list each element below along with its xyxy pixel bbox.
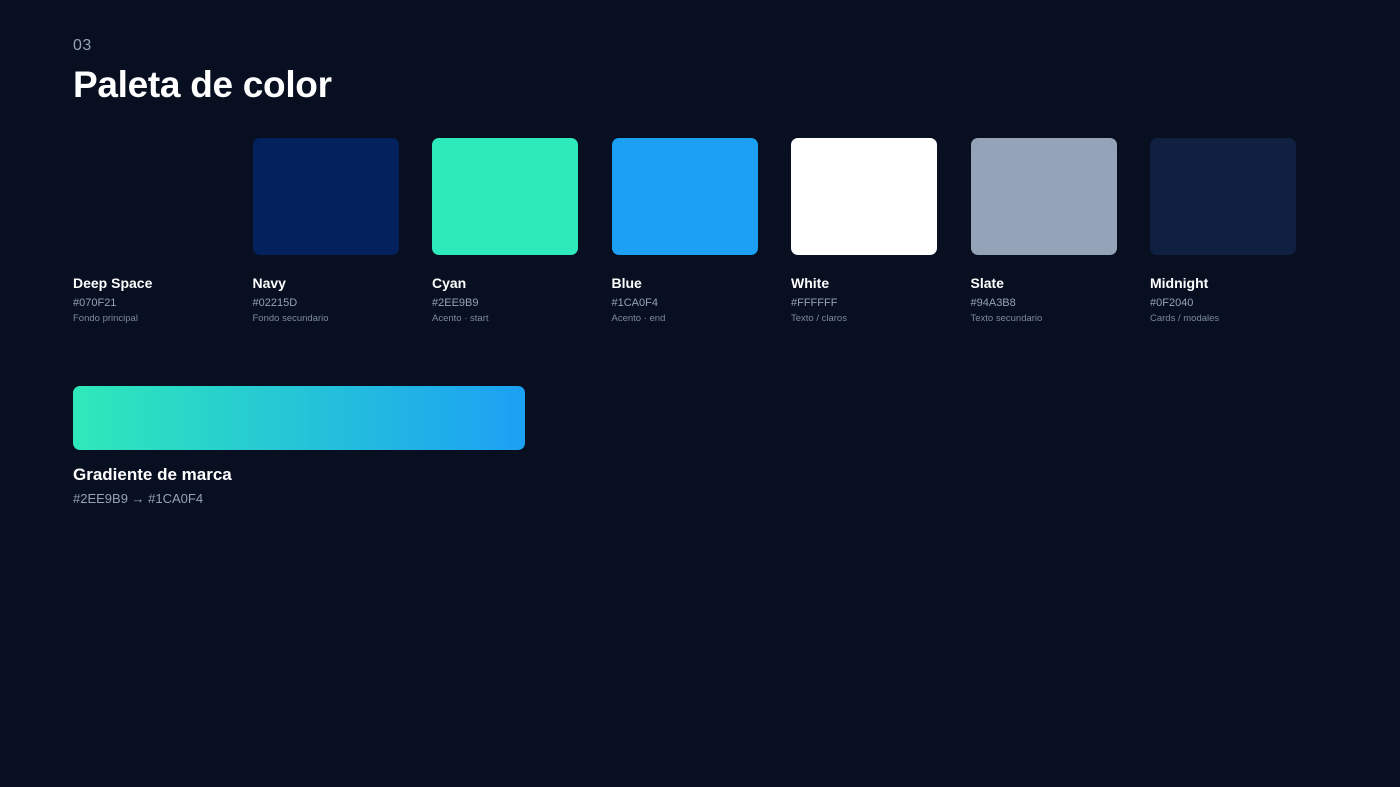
color-hex: #070F21 <box>73 297 117 309</box>
color-hex: #2EE9B9 <box>432 297 479 309</box>
color-name: Navy <box>252 275 286 291</box>
color-chip <box>970 138 1117 255</box>
color-hex: #94A3B8 <box>970 297 1016 309</box>
color-chip <box>611 138 758 255</box>
color-chip <box>1150 138 1296 255</box>
swatch-cyan: Cyan #2EE9B9 Acento · start <box>432 138 578 325</box>
color-usage: Texto secundario <box>970 313 1043 324</box>
color-name: Midnight <box>1150 275 1209 291</box>
color-name: Blue <box>611 275 642 291</box>
color-name: Slate <box>970 275 1004 291</box>
color-usage: Fondo principal <box>73 313 138 324</box>
color-usage: Acento · end <box>611 313 666 324</box>
gradient-name: Gradiente de marca <box>73 465 232 484</box>
swatch-slate: Slate #94A3B8 Texto secundario <box>970 138 1117 325</box>
color-name: White <box>791 275 830 291</box>
swatch-white: White #FFFFFF Texto / claros <box>791 138 937 325</box>
color-chip <box>252 138 399 255</box>
page-title: Paleta de color <box>73 64 332 105</box>
color-chip <box>791 138 937 255</box>
color-usage: Fondo secundario <box>252 313 329 324</box>
color-chip <box>73 138 219 255</box>
color-chip <box>432 138 578 255</box>
swatch-midnight: Midnight #0F2040 Cards / modales <box>1150 138 1296 325</box>
color-hex: #02215D <box>252 297 298 309</box>
color-usage: Cards / modales <box>1150 313 1220 324</box>
swatch-deep-space: Deep Space #070F21 Fondo principal <box>73 138 219 325</box>
swatch-navy: Navy #02215D Fondo secundario <box>252 138 399 325</box>
swatch-blue: Blue #1CA0F4 Acento · end <box>611 138 758 325</box>
color-hex: #1CA0F4 <box>611 297 658 309</box>
brand-gradient-bar <box>73 386 525 450</box>
color-palette: Deep Space #070F21 Fondo principal Navy … <box>73 138 1296 325</box>
gradient-stops: #2EE9B9 → #1CA0F4 <box>73 491 204 506</box>
color-usage: Texto / claros <box>791 313 847 324</box>
color-hex: #0F2040 <box>1150 297 1194 309</box>
color-name: Deep Space <box>73 275 153 291</box>
color-name: Cyan <box>432 275 467 291</box>
color-usage: Acento · start <box>432 313 489 324</box>
section-number: 03 <box>73 37 92 54</box>
color-hex: #FFFFFF <box>791 297 838 309</box>
